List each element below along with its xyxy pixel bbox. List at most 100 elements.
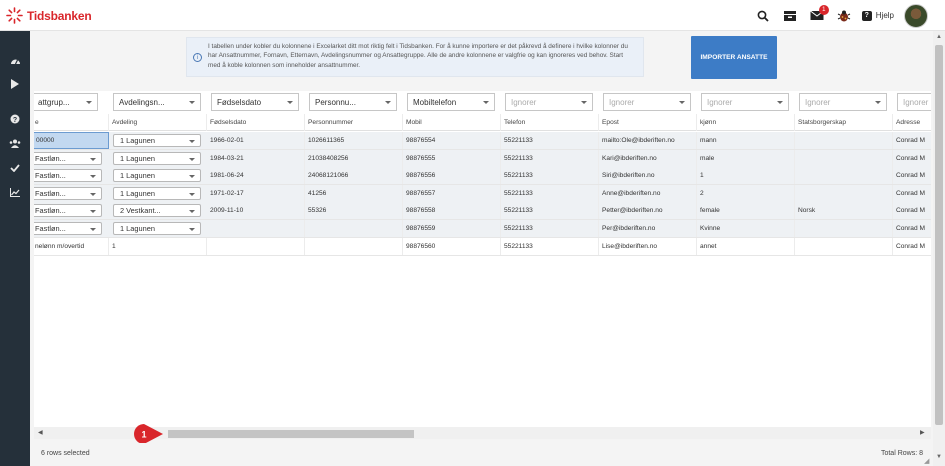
table-cell[interactable]	[795, 132, 893, 149]
table-cell[interactable]: 55326	[305, 202, 403, 220]
checkmark-icon[interactable]	[9, 162, 21, 174]
play-icon[interactable]	[9, 78, 21, 90]
vertical-scrollbar[interactable]: ▲ ▼	[933, 31, 945, 466]
column-mapping-select[interactable]: Ignorer	[701, 93, 789, 111]
table-cell[interactable]	[795, 149, 893, 167]
table-cell[interactable]: male	[697, 149, 795, 167]
table-cell[interactable]: Siri@ibderiften.no	[599, 167, 697, 185]
table-cell[interactable]: 98876555	[403, 149, 501, 167]
column-mapping-select[interactable]: Ignorer	[897, 93, 931, 111]
table-cell[interactable]: 55221133	[501, 184, 599, 202]
column-mapping-select[interactable]: Ignorer	[799, 93, 887, 111]
table-cell[interactable]: 1	[697, 167, 795, 185]
table-cell[interactable]: 1971-02-17	[207, 184, 305, 202]
table-cell[interactable]	[207, 237, 305, 255]
table-row[interactable]: Fastløn... 1 Lagunen 98876559 55221133 Per@i…	[34, 220, 931, 238]
column-mapping-select[interactable]: Personnu...	[309, 93, 397, 111]
resize-grip-icon[interactable]: ◢	[924, 457, 933, 466]
table-cell[interactable]: 98876560	[403, 237, 501, 255]
table-cell[interactable]: Anne@ibderiften.no	[599, 184, 697, 202]
table-cell[interactable]: 55221133	[501, 202, 599, 220]
column-mapping-select[interactable]: Fødselsdato	[211, 93, 299, 111]
table-cell[interactable]: Lise@ibderiften.no	[599, 237, 697, 255]
mail-icon[interactable]: 1	[807, 4, 829, 26]
help-link[interactable]: ? Hjelp	[861, 10, 894, 21]
table-cell[interactable]: annet	[697, 237, 795, 255]
employee-group-select[interactable]: Fastløn...	[34, 204, 102, 218]
scroll-left-icon[interactable]: ◀	[38, 429, 46, 437]
table-cell[interactable]: 98876556	[403, 167, 501, 185]
table-cell[interactable]: Conrad M	[893, 132, 931, 149]
table-cell[interactable]: 2009-11-10	[207, 202, 305, 220]
department-select[interactable]: 1 Lagunen	[113, 151, 201, 165]
table-cell[interactable]: 98876554	[403, 132, 501, 149]
employee-group-select[interactable]: Fastløn...	[34, 169, 102, 183]
avatar[interactable]	[904, 3, 928, 28]
inbox-icon[interactable]	[780, 6, 800, 26]
table-cell[interactable]: 55221133	[501, 149, 599, 167]
table-cell[interactable]: Norsk	[795, 202, 893, 220]
table-row[interactable]: 00000 1 Lagunen 1966-02-01 1026611365 988765…	[34, 132, 931, 150]
table-cell[interactable]: Conrad M	[893, 150, 931, 167]
table-cell[interactable]: mann	[697, 132, 795, 149]
table-cell[interactable]: Conrad M	[893, 238, 931, 255]
table-cell[interactable]: 55221133	[501, 220, 599, 237]
table-cell[interactable]: Per@ibderiften.no	[599, 220, 697, 237]
table-cell[interactable]: 2	[697, 184, 795, 202]
table-row[interactable]: Fastløn... 1 Lagunen 1984-03-21 21038408256…	[34, 149, 931, 168]
department-select[interactable]: 2 Vestkant...	[113, 204, 201, 218]
employee-group-select[interactable]: Fastløn...	[34, 222, 102, 235]
column-mapping-select[interactable]: Avdelingsn...	[113, 93, 201, 111]
table-cell[interactable]: 55221133	[501, 167, 599, 185]
table-cell[interactable]: 1981-06-24	[207, 167, 305, 185]
table-row[interactable]: nelønn m/overtid 1 98876560 55221133 Lise@ib…	[34, 237, 931, 256]
table-cell[interactable]	[305, 237, 403, 255]
table-cell[interactable]: Conrad M	[893, 167, 931, 184]
table-cell[interactable]: mailto:Ole@ibderiften.no	[599, 132, 697, 149]
table-cell[interactable]: Kari@ibderiften.no	[599, 149, 697, 167]
table-cell[interactable]: 1	[109, 237, 207, 255]
employee-group-select[interactable]: Fastløn...	[34, 186, 102, 200]
scroll-down-icon[interactable]: ▼	[935, 454, 943, 462]
users-icon[interactable]	[9, 137, 21, 149]
table-row[interactable]: Fastløn... 1 Lagunen 1981-06-24 24068121066…	[34, 167, 931, 186]
scroll-up-icon[interactable]: ▲	[935, 34, 943, 42]
table-cell[interactable]: 55221133	[501, 237, 599, 255]
table-cell[interactable]: 1026611365	[305, 132, 403, 149]
table-row[interactable]: Fastløn... 1 Lagunen 1971-02-17 41256 988765…	[34, 184, 931, 203]
table-cell[interactable]: 1984-03-21	[207, 149, 305, 167]
employee-group-select[interactable]: Fastløn...	[34, 151, 102, 165]
table-cell[interactable]: 00000	[34, 132, 109, 149]
table-cell[interactable]: Petter@ibderiften.no	[599, 202, 697, 220]
table-row[interactable]: Fastløn... 2 Vestkant... 2009-11-10 55326 98…	[34, 202, 931, 221]
column-mapping-select[interactable]: Ignorer	[505, 93, 593, 111]
help-circle-icon[interactable]: ?	[9, 113, 21, 125]
horizontal-scroll-thumb[interactable]	[168, 430, 414, 438]
table-cell[interactable]: female	[697, 202, 795, 220]
table-cell[interactable]: 21038408256	[305, 149, 403, 167]
search-icon[interactable]	[753, 6, 773, 26]
table-cell[interactable]	[795, 184, 893, 202]
table-cell[interactable]: Conrad M	[893, 220, 931, 237]
table-cell[interactable]	[305, 220, 403, 237]
column-mapping-select[interactable]: Ignorer	[603, 93, 691, 111]
bug-icon[interactable]	[834, 6, 854, 26]
table-cell[interactable]: 98876558	[403, 202, 501, 220]
table-cell[interactable]	[207, 220, 305, 237]
department-select[interactable]: 1 Lagunen	[113, 222, 201, 235]
table-cell[interactable]: Conrad M	[893, 202, 931, 219]
table-cell[interactable]: nelønn m/overtid	[34, 237, 109, 255]
table-cell[interactable]: 1966-02-01	[207, 132, 305, 149]
column-mapping-select[interactable]: attgrup...	[34, 93, 98, 111]
column-mapping-select[interactable]: Mobiltelefon	[407, 93, 495, 111]
table-cell[interactable]	[795, 237, 893, 255]
table-cell[interactable]: Conrad M	[893, 185, 931, 202]
table-cell[interactable]: 98876557	[403, 184, 501, 202]
dashboard-icon[interactable]	[9, 54, 21, 66]
department-select[interactable]: 1 Lagunen	[113, 169, 201, 183]
table-cell[interactable]	[795, 220, 893, 237]
vertical-scroll-thumb[interactable]	[935, 45, 943, 425]
table-cell[interactable]: 24068121066	[305, 167, 403, 185]
horizontal-scrollbar[interactable]: ◀ ▶	[34, 427, 931, 439]
table-cell[interactable]: 41256	[305, 184, 403, 202]
